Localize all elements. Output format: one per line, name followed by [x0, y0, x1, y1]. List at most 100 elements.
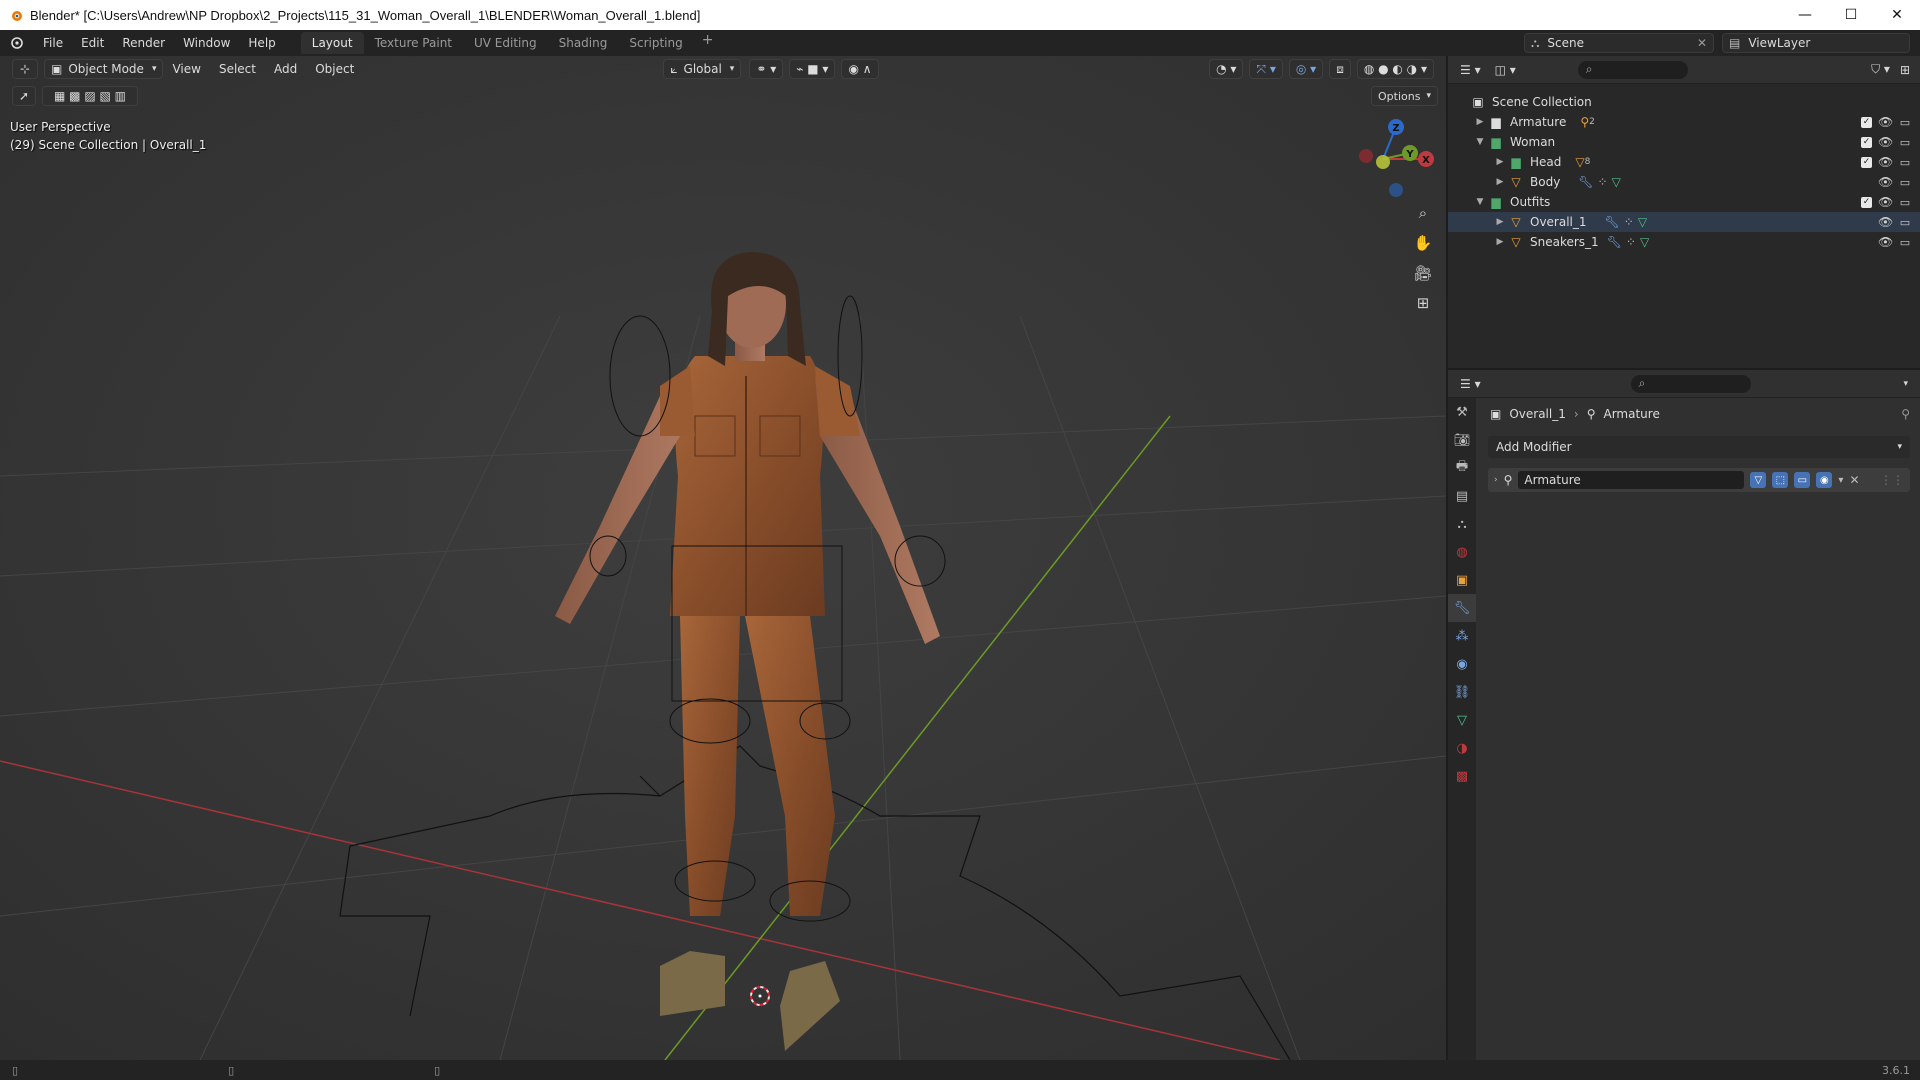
constraints-tab-icon[interactable]: ⛓ [1448, 678, 1476, 706]
snap-button[interactable]: ⌁ ■ ▾ [789, 59, 836, 79]
viewport-menu-view[interactable]: View [163, 62, 209, 76]
eye-icon[interactable]: 👁︎ [1878, 235, 1893, 249]
menu-edit[interactable]: Edit [72, 36, 113, 50]
viewport-toggle-icon[interactable]: ▭ [1794, 472, 1811, 488]
data-tab-icon[interactable]: ▽ [1448, 706, 1476, 734]
particles-tab-icon[interactable]: ⁂ [1448, 622, 1476, 650]
eye-icon[interactable]: 👁︎ [1878, 115, 1893, 129]
collapse-arrow-icon[interactable]: ▼ [1474, 197, 1486, 207]
viewport-menu-select[interactable]: Select [210, 62, 265, 76]
close-window-button[interactable]: ✕ [1874, 0, 1920, 30]
eye-icon[interactable]: 👁︎ [1878, 155, 1893, 169]
outliner-row-scene-collection[interactable]: ▣ Scene Collection [1448, 92, 1920, 112]
maximize-button[interactable]: ☐ [1828, 0, 1874, 30]
exclude-checkbox[interactable]: ✓ [1861, 156, 1872, 168]
eye-icon[interactable]: 👁︎ [1878, 215, 1893, 229]
menu-file[interactable]: File [34, 36, 72, 50]
armature-modifier-panel[interactable]: › ⚲ Armature ▽ ⬚ ▭ ◉ ▾ ✕ ⋮⋮ [1488, 468, 1910, 492]
options-button[interactable]: Options ▾ [1371, 86, 1438, 106]
viewport-menu-object[interactable]: Object [306, 62, 363, 76]
3d-viewport[interactable]: Z X Y ⊹ ▣ Object Mode ▾ View Select Add … [0, 56, 1446, 1060]
world-tab-icon[interactable]: ◍ [1448, 538, 1476, 566]
selection-mode-buttons[interactable]: ▦ ▩ ▨ ▧ ▥ [42, 86, 138, 106]
add-modifier-button[interactable]: Add Modifier ▾ [1488, 436, 1910, 458]
new-collection-icon[interactable]: ⊞ [1900, 63, 1910, 77]
menu-help[interactable]: Help [239, 36, 284, 50]
blender-menu-icon[interactable] [0, 33, 34, 53]
properties-editor-icon[interactable]: ☰ ▾ [1460, 377, 1481, 391]
collapse-arrow-icon[interactable]: ▼ [1474, 137, 1486, 147]
remove-modifier-icon[interactable]: ✕ [1849, 473, 1859, 487]
monitor-icon[interactable]: ▭ [1898, 216, 1912, 229]
xray-button[interactable]: ⧈ [1329, 59, 1351, 79]
outliner-search-input[interactable]: ⌕ [1577, 60, 1688, 79]
tab-shading[interactable]: Shading [548, 32, 619, 54]
outliner-editor-icon[interactable]: ☰ ▾ [1460, 63, 1481, 77]
drag-handle-icon[interactable]: ⋮⋮ [1880, 473, 1904, 487]
exclude-checkbox[interactable]: ✓ [1861, 196, 1872, 208]
zoom-icon[interactable]: ⌕ [1410, 200, 1436, 226]
proportional-edit-button[interactable]: ◉ ∧ [841, 59, 879, 79]
mode-selector[interactable]: ▣ Object Mode ▾ [44, 59, 164, 79]
gizmo-toggle-button[interactable]: ⤧ ▾ [1249, 59, 1283, 79]
display-mode-icon[interactable]: ◫ ▾ [1495, 63, 1516, 77]
output-tab-icon[interactable]: 🖶︎ [1448, 454, 1476, 482]
expand-arrow-icon[interactable]: ▶ [1494, 237, 1506, 247]
expand-arrow-icon[interactable]: ▶ [1474, 117, 1486, 127]
outliner-row-body[interactable]: ▶ ▽ Body 🔧︎ ⁘ ▽ 👁︎ ▭ [1448, 172, 1920, 192]
close-icon[interactable]: ✕ [1697, 36, 1707, 50]
viewport-scene[interactable]: Z X Y [0, 56, 1446, 1060]
tab-scripting[interactable]: Scripting [618, 32, 693, 54]
menu-render[interactable]: Render [113, 36, 174, 50]
expand-arrow-icon[interactable]: ▶ [1494, 157, 1506, 167]
viewport-menu-add[interactable]: Add [265, 62, 306, 76]
properties-search-input[interactable]: ⌕ [1630, 374, 1751, 393]
outliner-row-woman[interactable]: ▼ ▆ Woman ✓ 👁︎ ▭ [1448, 132, 1920, 152]
shading-buttons[interactable]: ◍ ● ◐ ◑ ▾ [1356, 59, 1434, 79]
expand-arrow-icon[interactable]: ▶ [1494, 177, 1506, 187]
view-layer-tab-icon[interactable]: ▤ [1448, 482, 1476, 510]
modifier-name-input[interactable]: Armature [1518, 471, 1745, 489]
outliner-row-outfits[interactable]: ▼ ▆ Outfits ✓ 👁︎ ▭ [1448, 192, 1920, 212]
eye-icon[interactable]: 👁︎ [1878, 135, 1893, 149]
cage-toggle-icon[interactable]: ⬚ [1772, 472, 1789, 488]
chevron-down-icon[interactable]: ▾ [1903, 379, 1908, 389]
outliner-row-overall[interactable]: ▶ ▽ Overall_1 🔧︎ ⁘ ▽ 👁︎ ▭ [1448, 212, 1920, 232]
grid-perspective-icon[interactable]: ⊞ [1410, 290, 1436, 316]
outliner-row-armature[interactable]: ▶ ▆ Armature ⚲ 2 ✓ 👁︎ ▭ [1448, 112, 1920, 132]
monitor-icon[interactable]: ▭ [1898, 116, 1912, 129]
eye-icon[interactable]: 👁︎ [1878, 195, 1893, 209]
physics-tab-icon[interactable]: ◉ [1448, 650, 1476, 678]
monitor-icon[interactable]: ▭ [1898, 156, 1912, 169]
monitor-icon[interactable]: ▭ [1898, 236, 1912, 249]
orientation-selector[interactable]: ⟀ Global ▾ [663, 59, 742, 79]
object-tab-icon[interactable]: ▣ [1448, 566, 1476, 594]
exclude-checkbox[interactable]: ✓ [1861, 116, 1872, 128]
render-toggle-icon[interactable]: ◉ [1816, 472, 1833, 488]
tool-tab-icon[interactable]: ⚒ [1448, 398, 1476, 426]
pin-icon[interactable]: ⚲ [1901, 407, 1910, 421]
pan-hand-icon[interactable]: ✋ [1410, 230, 1436, 256]
tab-layout[interactable]: Layout [300, 32, 364, 54]
monitor-icon[interactable]: ▭ [1898, 136, 1912, 149]
view-layer-selector[interactable]: ▤ ViewLayer [1722, 33, 1910, 53]
menu-window[interactable]: Window [174, 36, 239, 50]
scene-selector[interactable]: ⛬ Scene ✕ [1524, 33, 1714, 53]
material-tab-icon[interactable]: ◑ [1448, 734, 1476, 762]
visibility-button[interactable]: ◔ ▾ [1209, 59, 1244, 79]
overlays-button[interactable]: ◎ ▾ [1288, 59, 1324, 79]
edit-mode-toggle-icon[interactable]: ▽ [1750, 472, 1767, 488]
exclude-checkbox[interactable]: ✓ [1861, 136, 1872, 148]
editor-type-button[interactable]: ⊹ [12, 59, 38, 79]
filter-icon[interactable]: ⛉ ▾ [1871, 62, 1890, 77]
camera-icon[interactable]: 🎥︎ [1410, 260, 1436, 286]
outliner-row-head[interactable]: ▶ ▆ Head ▽ 8 ✓ 👁︎ ▭ [1448, 152, 1920, 172]
tab-uv-editing[interactable]: UV Editing [463, 32, 548, 54]
expand-arrow-icon[interactable]: › [1494, 475, 1498, 485]
render-tab-icon[interactable]: 📷︎ [1448, 426, 1476, 454]
scene-tab-icon[interactable]: ⛬ [1448, 510, 1476, 538]
select-tool-button[interactable]: ➚ [12, 86, 36, 106]
eye-icon[interactable]: 👁︎ [1878, 175, 1893, 189]
pivot-button[interactable]: ⚭ ▾ [749, 59, 784, 79]
modifier-tab-icon[interactable]: 🔧︎ [1448, 594, 1476, 622]
